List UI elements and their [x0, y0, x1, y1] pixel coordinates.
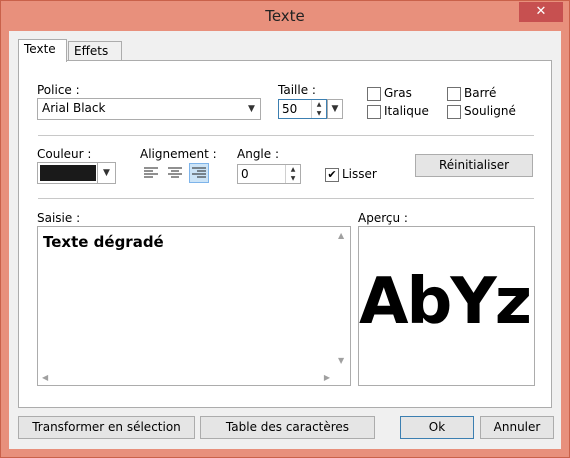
- spin-up-icon[interactable]: ▲: [286, 165, 300, 174]
- strikethrough-checkbox[interactable]: [447, 87, 461, 101]
- title-bar[interactable]: Texte ✕: [1, 1, 569, 31]
- angle-spinner[interactable]: ▲ ▼: [285, 165, 300, 183]
- scroll-down-icon[interactable]: ▼: [338, 356, 344, 365]
- align-left-icon: [144, 167, 158, 178]
- tab-effets[interactable]: Effets: [68, 41, 122, 61]
- size-spinner[interactable]: ▲ ▼: [311, 100, 326, 118]
- color-picker[interactable]: ▼: [37, 162, 116, 184]
- scroll-left-icon[interactable]: ◀: [42, 373, 48, 382]
- color-label: Couleur :: [37, 147, 92, 161]
- checkmark-icon: ✔: [327, 168, 337, 181]
- spin-down-icon[interactable]: ▼: [286, 174, 300, 183]
- vertical-scrollbar[interactable]: ▲ ▼: [334, 227, 350, 369]
- chevron-down-icon: ▼: [331, 104, 339, 114]
- spin-up-icon[interactable]: ▲: [312, 100, 326, 109]
- font-label: Police :: [37, 83, 80, 97]
- size-input[interactable]: 50 ▲ ▼: [278, 99, 327, 119]
- size-value: 50: [282, 102, 298, 116]
- character-map-button[interactable]: Table des caractères: [200, 416, 375, 439]
- angle-value: 0: [241, 167, 249, 181]
- tab-texte[interactable]: Texte: [18, 39, 67, 62]
- font-select[interactable]: Arial Black ▼: [37, 98, 261, 120]
- size-dropdown-button[interactable]: ▼: [327, 99, 343, 119]
- angle-input[interactable]: 0 ▲ ▼: [237, 164, 301, 184]
- chevron-down-icon: ▼: [248, 104, 255, 114]
- italic-label: Italique: [384, 104, 429, 118]
- dialog-client: Texte Effets Police : Arial Black ▼ Tail…: [9, 31, 561, 449]
- underline-checkbox[interactable]: [447, 105, 461, 119]
- separator: [38, 198, 534, 199]
- preview-label: Aperçu :: [358, 211, 408, 225]
- text-input-area[interactable]: Texte dégradé ▲ ▼ ◀ ▶: [37, 226, 351, 386]
- reset-button[interactable]: Réinitialiser: [415, 154, 533, 177]
- transform-to-selection-button[interactable]: Transformer en sélection: [18, 416, 195, 439]
- font-value: Arial Black: [42, 101, 106, 115]
- scroll-right-icon[interactable]: ▶: [324, 373, 330, 382]
- dialog-window: Texte ✕ Texte Effets Police : Arial Blac…: [0, 0, 570, 458]
- align-center-icon: [168, 167, 182, 178]
- angle-label: Angle :: [237, 147, 280, 161]
- bold-label: Gras: [384, 86, 412, 100]
- window-title: Texte: [265, 7, 305, 25]
- close-icon: ✕: [535, 4, 547, 19]
- separator: [38, 135, 534, 136]
- ok-button[interactable]: Ok: [400, 416, 474, 439]
- alignment-label: Alignement :: [140, 147, 217, 161]
- smooth-checkbox[interactable]: ✔: [325, 168, 339, 182]
- cancel-button[interactable]: Annuler: [480, 416, 554, 439]
- scroll-up-icon[interactable]: ▲: [338, 231, 344, 240]
- align-right-icon: [192, 167, 206, 178]
- align-left-button[interactable]: [141, 163, 161, 183]
- input-text: Texte dégradé: [43, 233, 164, 251]
- chevron-down-icon: ▼: [97, 163, 115, 183]
- italic-checkbox[interactable]: [367, 105, 381, 119]
- spin-down-icon[interactable]: ▼: [312, 109, 326, 118]
- color-swatch: [40, 165, 96, 181]
- size-label: Taille :: [278, 83, 316, 97]
- preview-area: AbYz: [358, 226, 535, 386]
- preview-text: AbYz: [359, 265, 532, 339]
- strikethrough-label: Barré: [464, 86, 497, 100]
- align-right-button[interactable]: [189, 163, 209, 183]
- align-center-button[interactable]: [165, 163, 185, 183]
- texte-tab-panel: Police : Arial Black ▼ Taille : 50 ▲ ▼ ▼…: [18, 60, 552, 408]
- close-button[interactable]: ✕: [519, 2, 563, 22]
- underline-label: Souligné: [464, 104, 516, 118]
- horizontal-scrollbar[interactable]: ◀ ▶: [38, 369, 334, 385]
- smooth-label: Lisser: [342, 167, 377, 181]
- bold-checkbox[interactable]: [367, 87, 381, 101]
- input-label: Saisie :: [37, 211, 81, 225]
